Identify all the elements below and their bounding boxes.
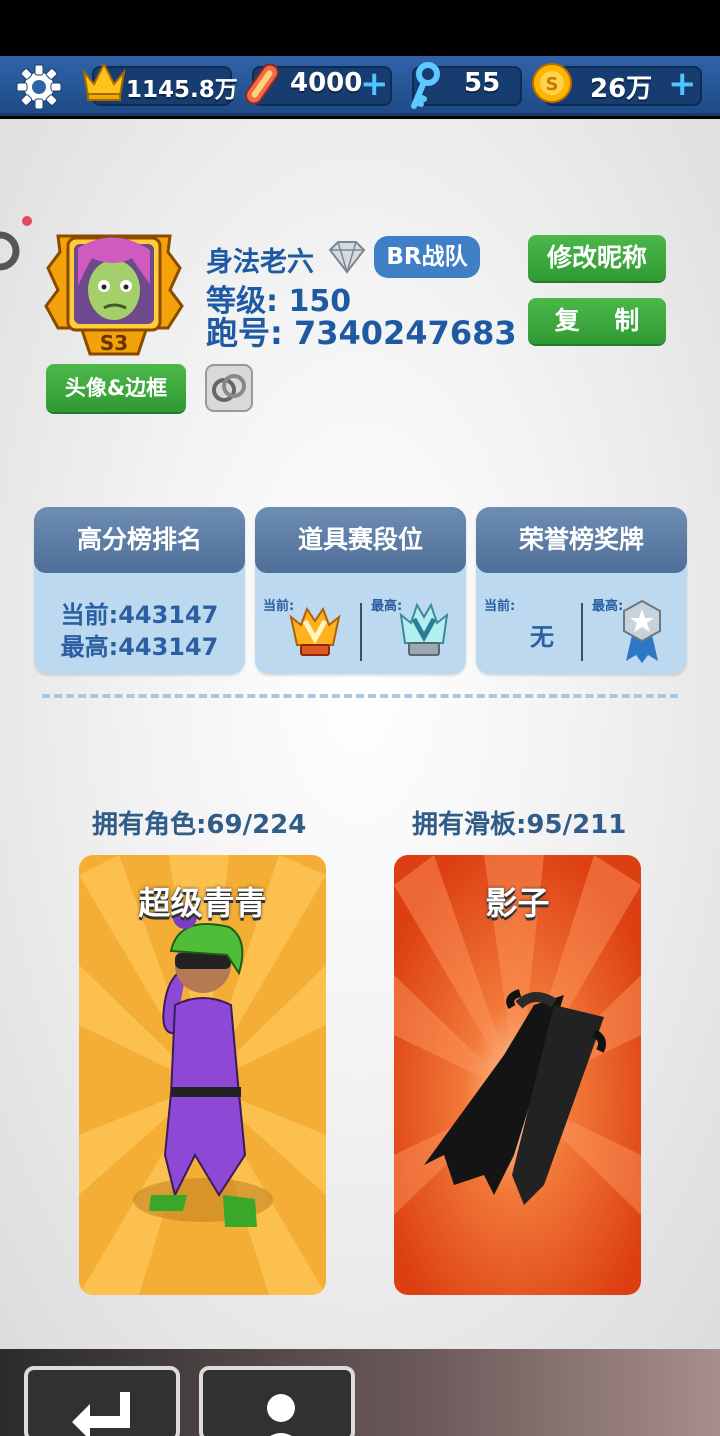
side-menu-handle[interactable] — [0, 222, 34, 280]
coin-count: 26万 — [590, 74, 653, 104]
add-hoverboards-button[interactable]: + — [360, 64, 389, 104]
characters-owned: 拥有角色:69/224 — [92, 810, 307, 840]
item-race-tier-card[interactable]: 道具赛段位 当前: 最高: — [255, 507, 466, 674]
silver-medal-icon — [623, 599, 661, 663]
diamond-rank-icon — [328, 241, 366, 274]
boards-owned: 拥有滑板:95/211 — [412, 810, 627, 840]
player-id-label: 跑号: — [206, 314, 283, 352]
status-area — [0, 0, 720, 56]
back-arrow-icon — [72, 1392, 130, 1436]
gear-icon[interactable] — [14, 62, 64, 112]
resource-bar: 1145.8万 4000 + 55 S 26万 + — [0, 56, 720, 116]
key-icon — [411, 62, 440, 109]
medal-current-label: 当前: — [484, 599, 516, 614]
card-title: 道具赛段位 — [255, 507, 466, 573]
card-title: 高分榜排名 — [34, 507, 245, 573]
rings-icon[interactable] — [205, 364, 253, 412]
profile-nav-button[interactable] — [199, 1366, 355, 1436]
avatar[interactable]: S3 — [42, 228, 186, 360]
back-button[interactable] — [24, 1366, 180, 1436]
medal-best-label: 最高: — [592, 599, 624, 614]
crown-count: 1145.8万 — [126, 77, 238, 103]
platinum-tier-icon — [399, 602, 449, 656]
player-name: 身法老六 — [206, 247, 314, 278]
character-name: 超级青青 — [138, 884, 267, 922]
coin-icon: S — [532, 63, 572, 103]
rename-button[interactable]: 修改昵称 — [528, 235, 666, 281]
player-id-row: 跑号: 7340247683 — [206, 308, 517, 354]
gold-tier-icon — [289, 606, 341, 656]
highscore-rank-card[interactable]: 高分榜排名 当前:443147 最高:443147 — [34, 507, 245, 674]
team-badge[interactable]: BR战队 — [374, 236, 480, 278]
divider — [581, 603, 583, 661]
rank-current: 当前:443147 — [60, 601, 219, 629]
divider — [360, 603, 362, 661]
key-count: 55 — [464, 68, 501, 98]
notification-dot — [22, 216, 32, 226]
copy-id-button[interactable]: 复 制 — [528, 298, 666, 344]
user-icon — [267, 1394, 295, 1436]
crown-icon — [82, 61, 126, 101]
hoverboard-icon — [244, 63, 280, 105]
hoverboard-count: 4000 — [290, 68, 363, 98]
card-title: 荣誉榜奖牌 — [476, 507, 687, 573]
rank-best: 最高:443147 — [60, 633, 219, 661]
svg-text:S: S — [546, 74, 559, 95]
add-coins-button[interactable]: + — [668, 64, 697, 104]
board-name: 影子 — [485, 884, 550, 922]
honor-medal-card[interactable]: 荣誉榜奖牌 当前: 最高: 无 — [476, 507, 687, 674]
medal-current-value: 无 — [530, 623, 554, 651]
player-id-value: 7340247683 — [293, 314, 517, 352]
avatar-frame-button[interactable]: 头像&边框 — [46, 364, 186, 412]
section-divider — [42, 694, 678, 698]
season-badge: S3 — [100, 331, 128, 355]
